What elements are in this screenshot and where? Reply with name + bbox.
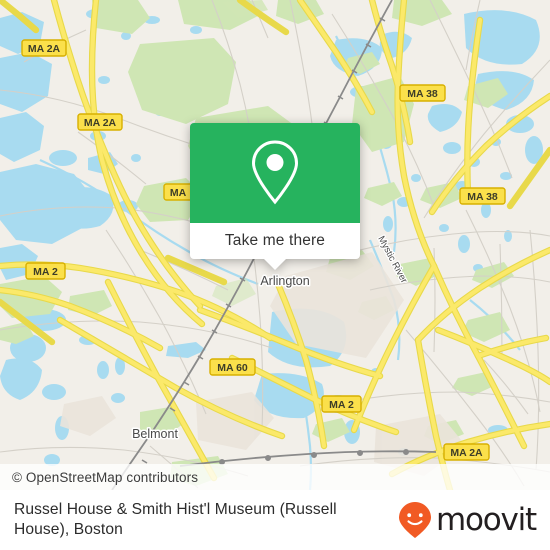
page-footer: Russel House & Smith Hist'l Museum (Russ… <box>0 490 550 550</box>
route-shield-ma2-s: MA 2 <box>321 395 362 413</box>
location-popup-card[interactable]: Take me there <box>190 123 360 270</box>
map-attribution-bar: © OpenStreetMap contributors <box>0 464 550 490</box>
route-shield-label: MA 38 <box>467 191 498 203</box>
route-shield-ma2a-nw: MA 2A <box>21 39 67 57</box>
route-shield-label: MA 60 <box>217 362 248 374</box>
route-shield-label: MA 2A <box>28 43 61 55</box>
route-shield-label: MA <box>170 187 187 199</box>
map-page: Arlington Belmont Mystic River MA 2A MA … <box>0 0 550 550</box>
popup-pointer-tail <box>263 258 287 270</box>
route-shield-label: MA 2A <box>84 117 117 129</box>
osm-attribution-text[interactable]: © OpenStreetMap contributors <box>12 470 198 485</box>
route-shield-ma2a-se: MA 2A <box>443 443 490 461</box>
route-shield-label: MA 2A <box>450 447 483 459</box>
route-shield-label: MA 2 <box>33 266 58 278</box>
popup-cta-bar[interactable]: Take me there <box>190 223 360 270</box>
route-shield-ma60: MA 60 <box>209 358 256 376</box>
route-shield-label: MA 38 <box>407 88 438 100</box>
moovit-logo[interactable]: moovit <box>398 501 537 539</box>
place-title: Russel House & Smith Hist'l Museum (Russ… <box>14 501 337 538</box>
route-shield-ma38-e: MA 38 <box>459 187 506 205</box>
location-pin-icon <box>251 140 299 205</box>
map-label-belmont: Belmont <box>132 427 178 441</box>
route-shield-ma2a-n: MA 2A <box>77 113 123 131</box>
route-shield-ma2-w: MA 2 <box>25 262 66 280</box>
route-shield-ma38-n: MA 38 <box>399 84 446 102</box>
popup-image-area <box>190 123 360 223</box>
moovit-pin-icon <box>398 502 431 538</box>
route-shield-label: MA 2 <box>329 399 354 411</box>
map-canvas[interactable]: Arlington Belmont Mystic River MA 2A MA … <box>0 0 550 490</box>
moovit-wordmark: moovit <box>435 501 537 538</box>
take-me-there-label: Take me there <box>224 232 326 249</box>
map-label-arlington: Arlington <box>260 274 309 288</box>
